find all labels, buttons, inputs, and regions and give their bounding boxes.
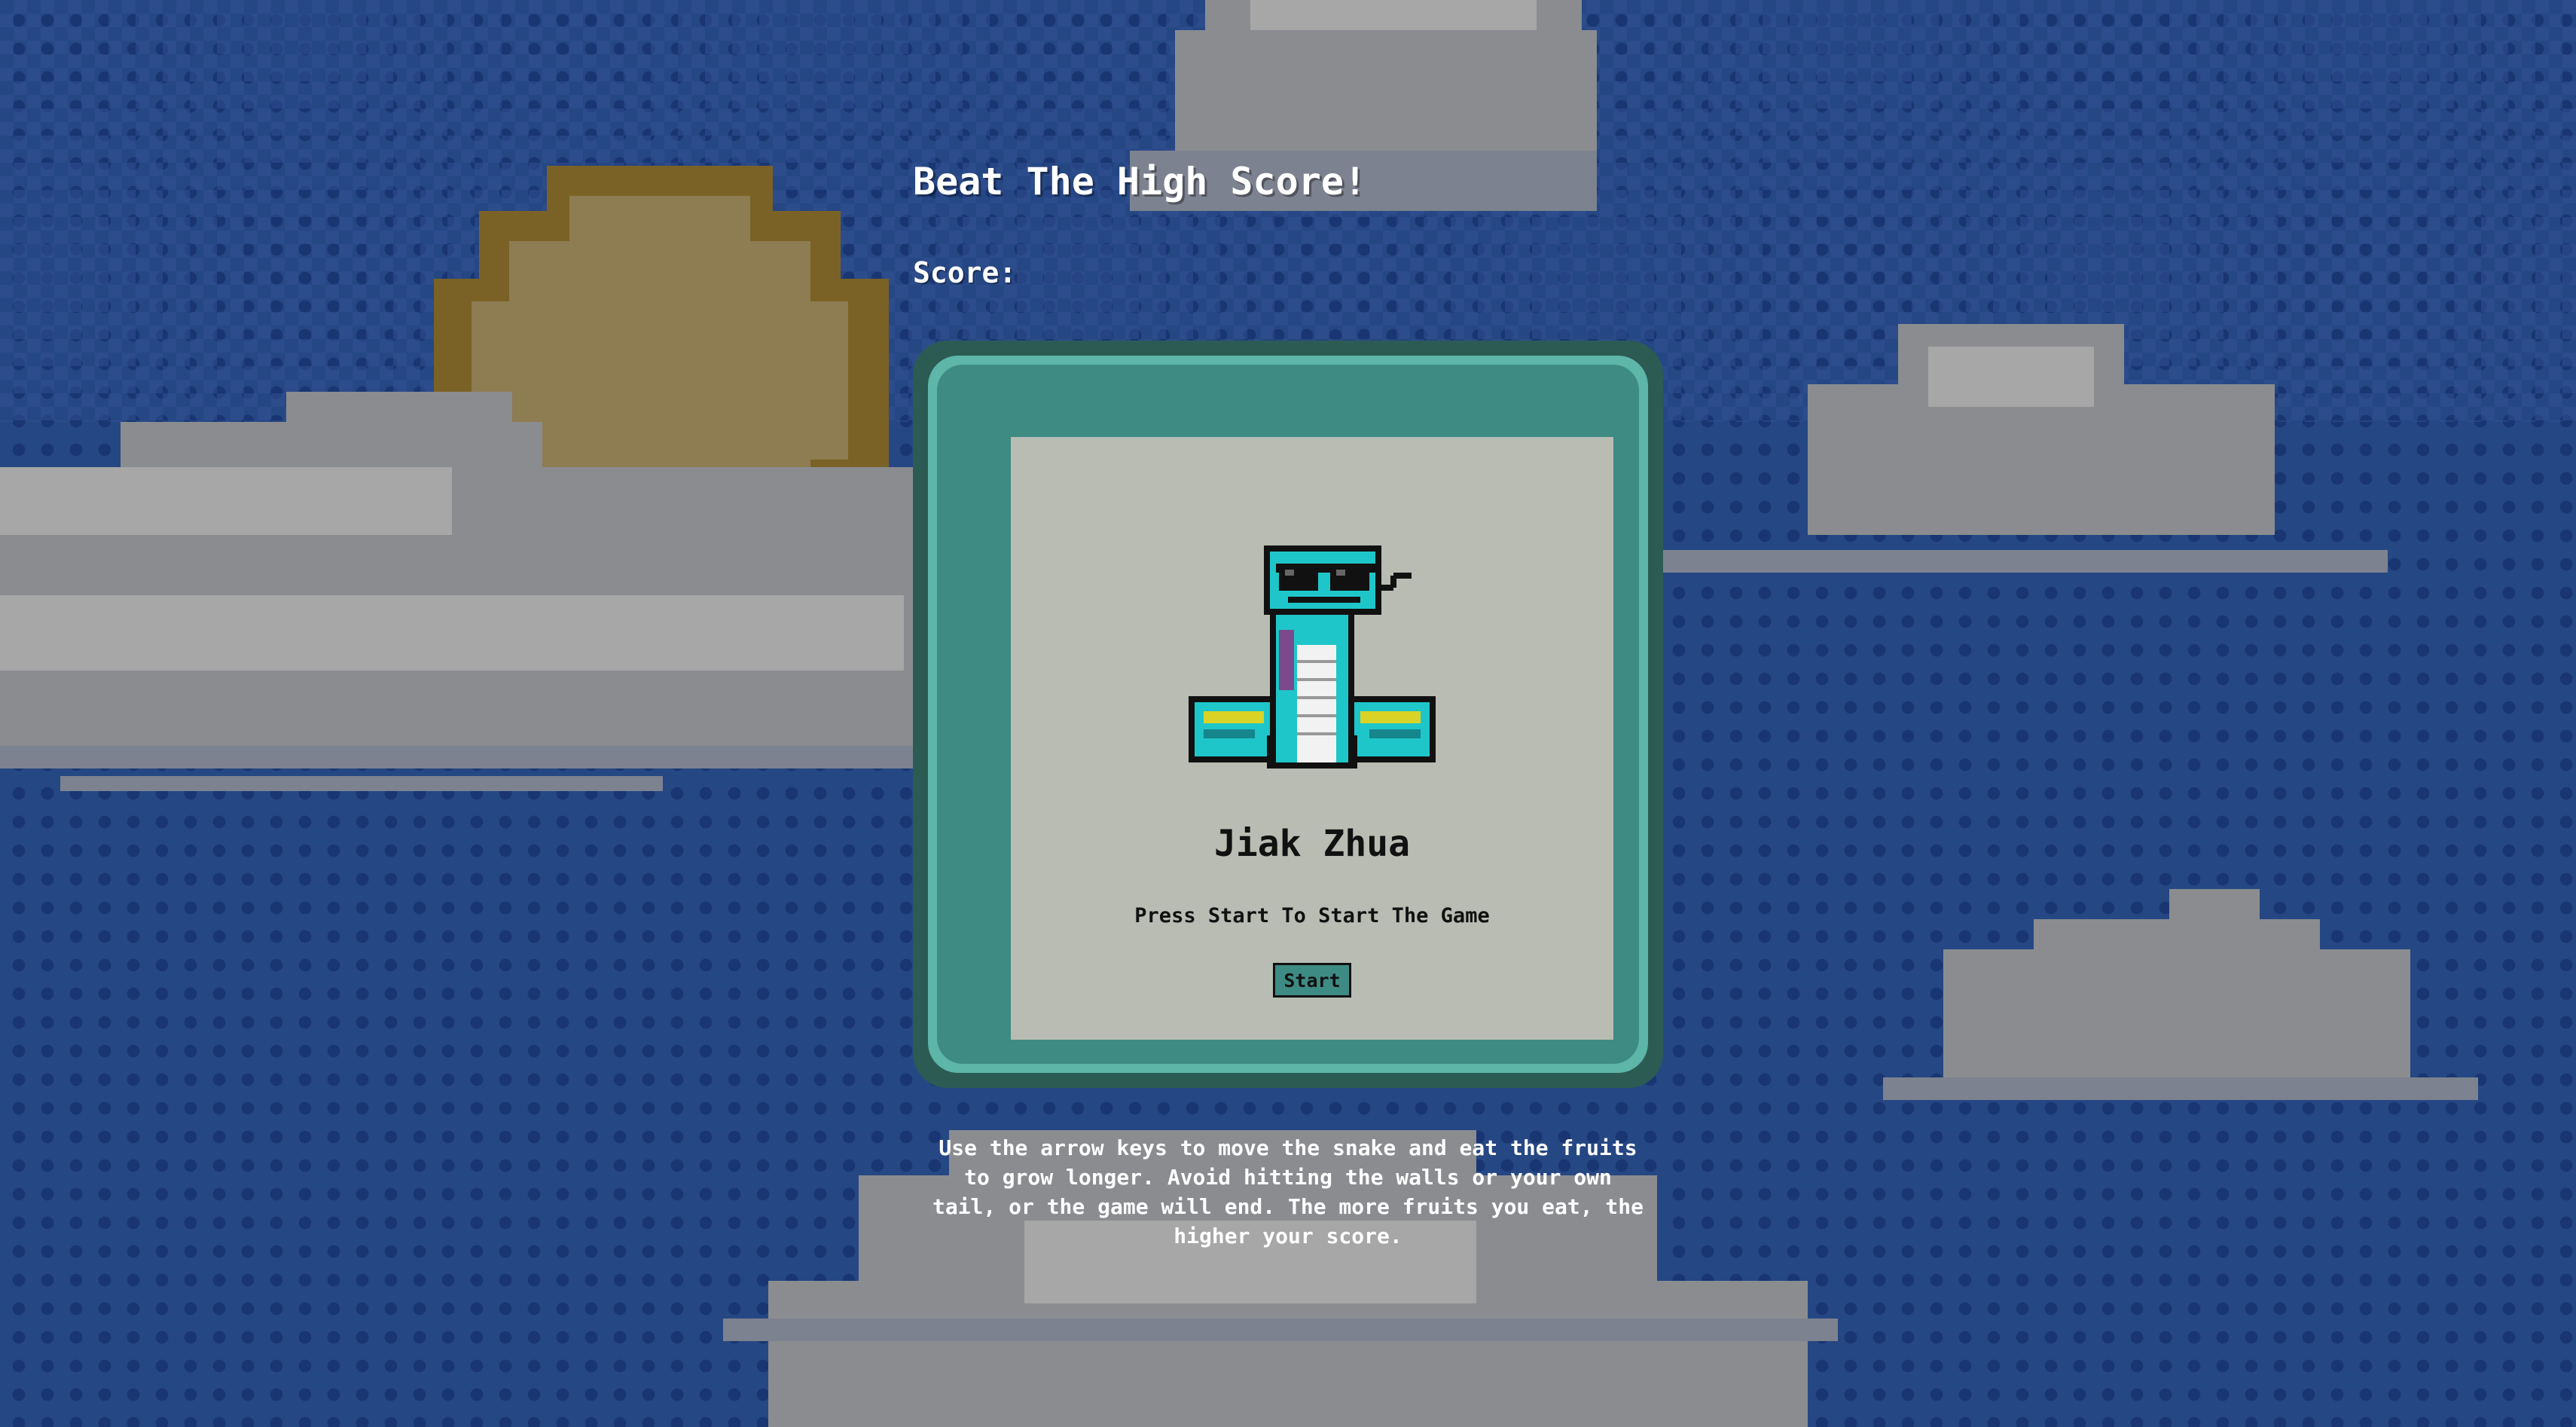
score-display: Score: xyxy=(913,256,1028,289)
page-title: Beat The High Score! xyxy=(913,160,1367,203)
game-title: Jiak Zhua xyxy=(1213,823,1411,865)
start-button[interactable]: Start xyxy=(1273,963,1351,998)
pixel-cloud-right xyxy=(1657,324,2388,580)
pixel-cloud-left xyxy=(0,392,919,829)
score-label: Score: xyxy=(913,256,1017,289)
console-rim: Jiak Zhua Press Start To Start The Game … xyxy=(928,356,1648,1073)
console-body: Jiak Zhua Press Start To Start The Game … xyxy=(937,365,1639,1064)
game-console: Jiak Zhua Press Start To Start The Game … xyxy=(913,341,1663,1088)
snake-mascot-icon xyxy=(1189,545,1436,769)
game-instructions: Use the arrow keys to move the snake and… xyxy=(932,1135,1644,1248)
pixel-cloud-lower-right xyxy=(1883,889,2478,1100)
game-screen[interactable]: Jiak Zhua Press Start To Start The Game … xyxy=(1011,437,1613,1040)
start-prompt: Press Start To Start The Game xyxy=(1134,904,1490,927)
